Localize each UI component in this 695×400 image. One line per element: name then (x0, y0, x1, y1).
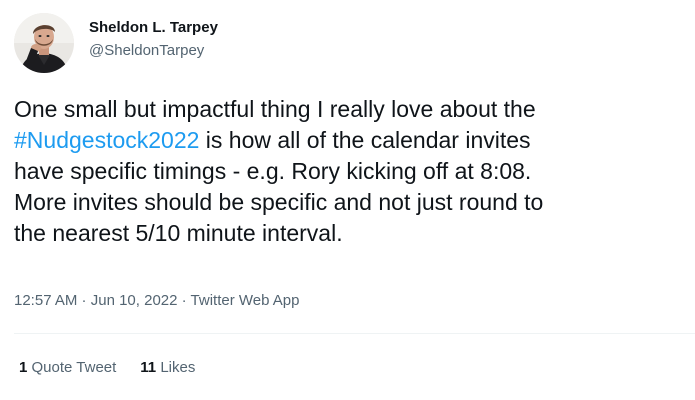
tweet-text: One small but impactful thing I really l… (14, 94, 694, 249)
tweet-card: Sheldon L. Tarpey @SheldonTarpey One sma… (0, 0, 695, 400)
likes-count: 11 (140, 359, 157, 376)
divider (14, 333, 695, 334)
profile-photo-icon (14, 13, 74, 73)
author-names: Sheldon L. Tarpey @SheldonTarpey (89, 18, 218, 61)
quote-tweet-label: Quote Tweet (31, 359, 117, 376)
author-display-name[interactable]: Sheldon L. Tarpey (89, 18, 218, 38)
meta-separator: · (177, 292, 191, 309)
hashtag-link[interactable]: #Nudgestock2022 (14, 127, 199, 153)
quote-tweets-link[interactable]: 1 Quote Tweet (19, 358, 116, 378)
tweet-source-link[interactable]: Twitter Web App (191, 292, 300, 309)
quote-tweet-count: 1 (19, 359, 28, 376)
tweet-date-link[interactable]: Jun 10, 2022 (91, 292, 178, 309)
tweet-header: Sheldon L. Tarpey @SheldonTarpey (14, 13, 218, 73)
tweet-stats: 1 Quote Tweet 11 Likes (19, 358, 219, 378)
tweet-time-link[interactable]: 12:57 AM (14, 292, 77, 309)
tweet-text-before: One small but impactful thing I really l… (14, 96, 536, 122)
author-avatar[interactable] (14, 13, 74, 73)
author-handle[interactable]: @SheldonTarpey (89, 41, 218, 61)
meta-separator: · (77, 292, 91, 309)
likes-link[interactable]: 11 Likes (140, 358, 195, 378)
tweet-metadata: 12:57 AM · Jun 10, 2022 · Twitter Web Ap… (14, 291, 300, 311)
likes-label: Likes (160, 359, 196, 376)
